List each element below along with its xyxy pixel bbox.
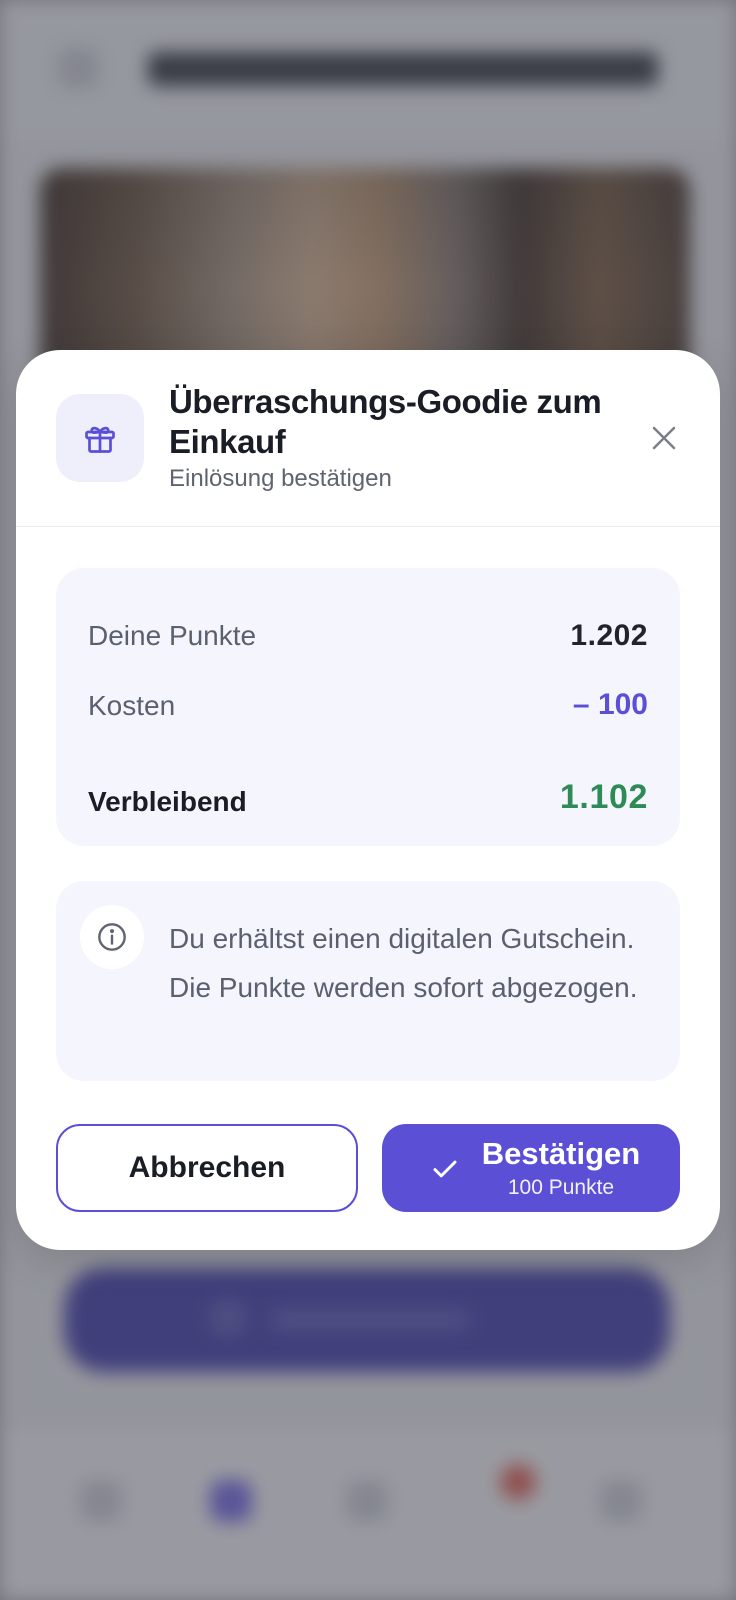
cost-value: – 100 <box>572 688 648 721</box>
dialog-title: Überraschungs-Goodie zum Einkauf <box>169 383 602 460</box>
cancel-button-label: Abbrechen <box>128 1151 286 1184</box>
dialog-header: Überraschungs-Goodie zum Einkauf Einlösu… <box>16 350 720 527</box>
close-icon <box>652 426 676 450</box>
dialog-subtitle: Einlösung bestätigen <box>169 465 392 492</box>
redeem-dialog: Überraschungs-Goodie zum Einkauf Einlösu… <box>16 350 720 1250</box>
confirm-button-label: Bestätigen <box>481 1136 641 1171</box>
info-icon <box>80 905 144 969</box>
info-text: Du erhältst einen digitalen Gutschein. D… <box>169 923 638 1003</box>
balance-value: 1.202 <box>570 619 648 652</box>
gift-icon <box>56 394 144 482</box>
balance-label: Deine Punkte <box>88 620 257 651</box>
confirm-button[interactable]: Bestätigen 100 Punkte <box>382 1124 680 1212</box>
close-button[interactable] <box>636 410 692 466</box>
remaining-label: Verbleibend <box>88 786 247 817</box>
info-notice: Du erhältst einen digitalen Gutschein. D… <box>56 881 680 1081</box>
cost-label: Kosten <box>88 690 176 721</box>
confirm-button-cost: 100 Punkte <box>507 1176 615 1199</box>
checkmark-icon <box>433 1160 457 1178</box>
points-summary: Deine Punkte 1.202 Kosten – 100 Verbleib… <box>56 568 680 846</box>
cancel-button[interactable]: Abbrechen <box>56 1124 358 1212</box>
remaining-value: 1.102 <box>559 778 648 816</box>
